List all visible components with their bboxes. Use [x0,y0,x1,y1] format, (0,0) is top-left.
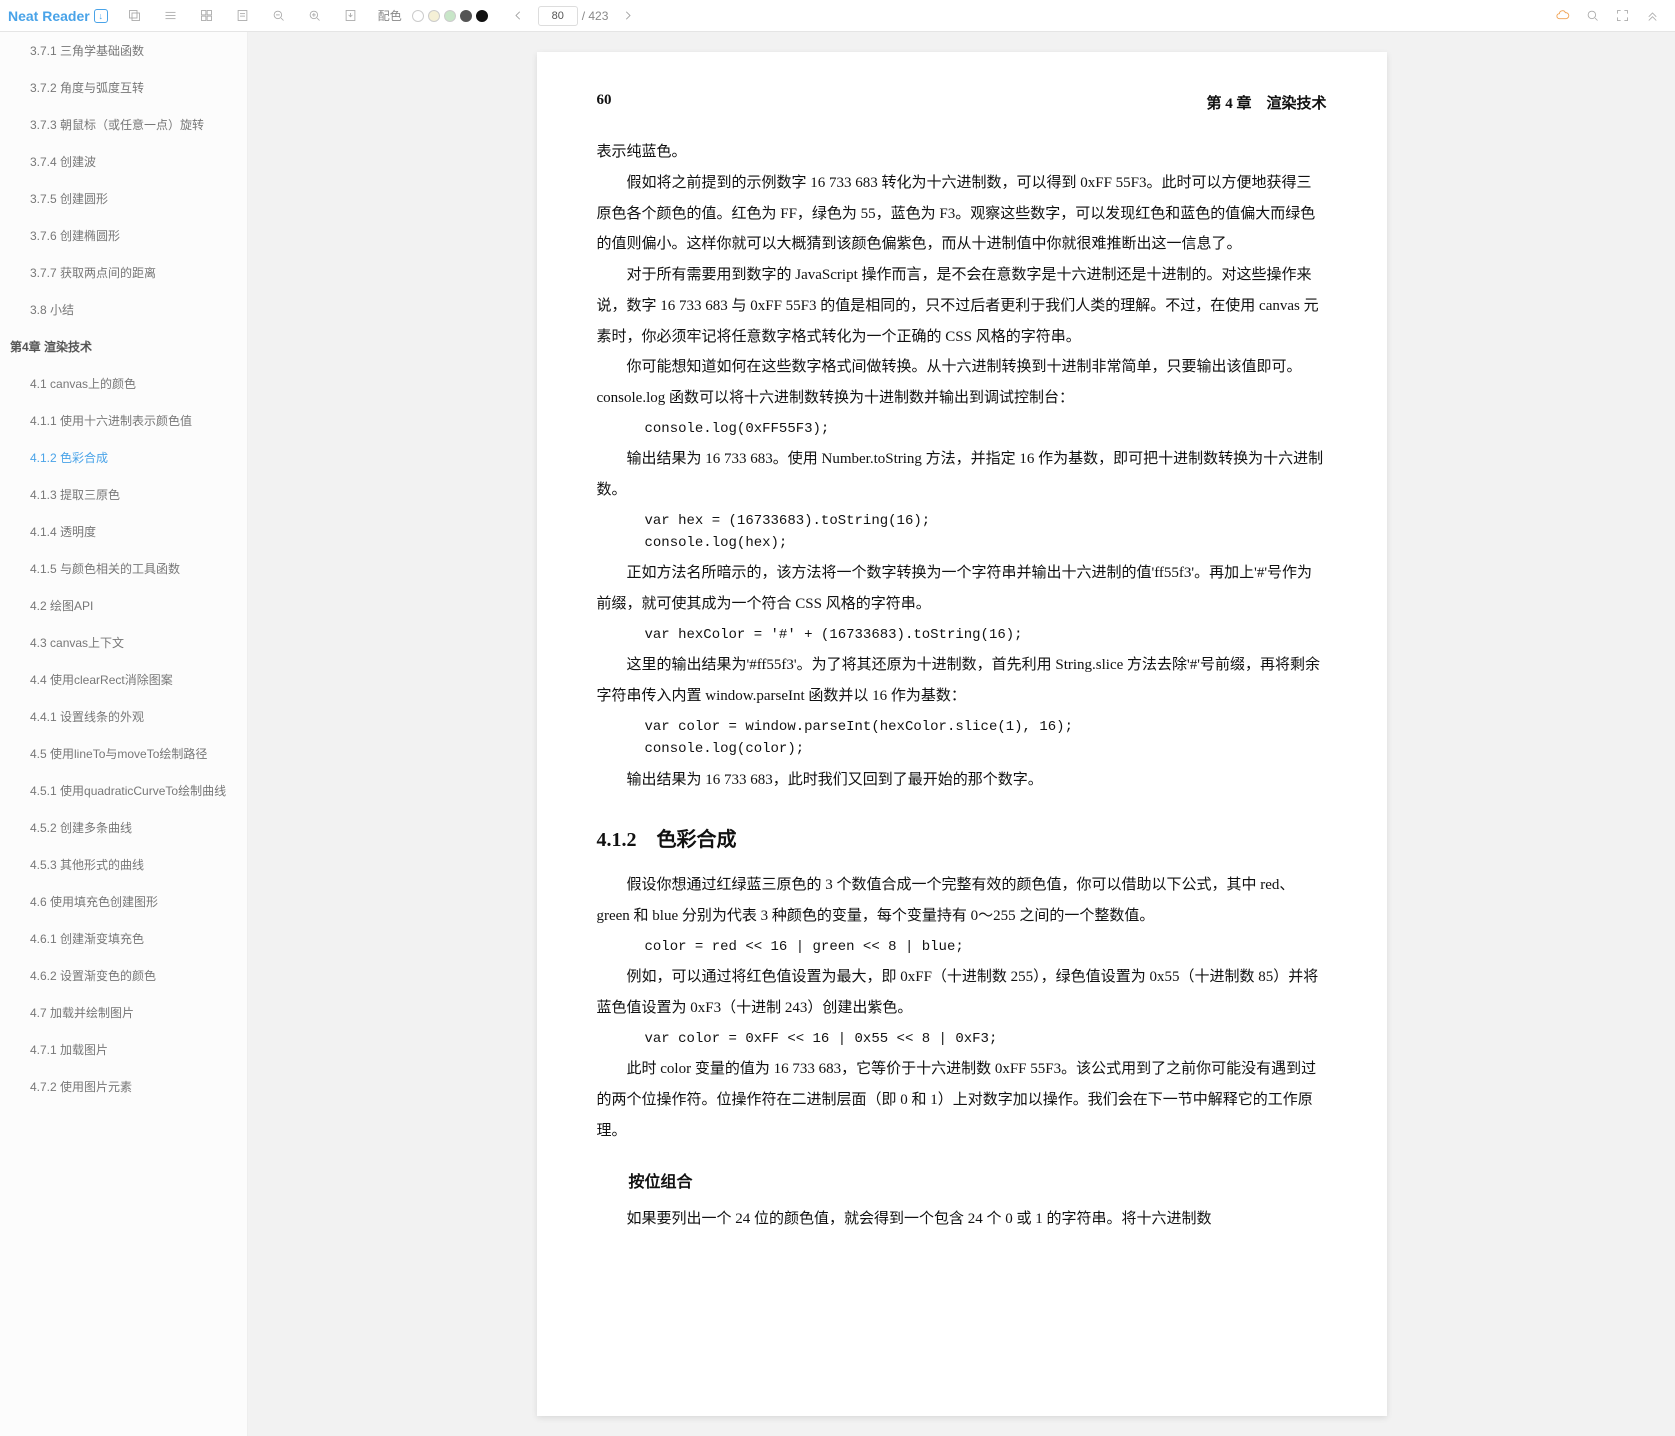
toc-item[interactable]: 3.8 小结 [0,291,247,328]
toc-item[interactable]: 4.1.5 与颜色相关的工具函数 [0,550,247,587]
toc-item[interactable]: 4.6 使用填充色创建图形 [0,883,247,920]
toc-item[interactable]: 3.7.5 创建圆形 [0,180,247,217]
theme-black[interactable] [476,10,488,22]
toc-item[interactable]: 4.1 canvas上的颜色 [0,365,247,402]
toc-item[interactable]: 3.7.3 朝鼠标（或任意一点）旋转 [0,106,247,143]
code-block: console.log(0xFF55F3); [645,418,1327,440]
toc-item[interactable]: 4.5.1 使用quadraticCurveTo绘制曲线 [0,772,247,809]
chapter-header: 第 4 章 渲染技术 [1206,92,1326,113]
download-icon: ↓ [94,9,108,23]
page-number-input[interactable] [538,6,578,26]
paragraph: 这里的输出结果为'#ff55f3'。为了将其还原为十进制数，首先利用 Strin… [597,650,1327,712]
toc-item[interactable]: 4.7.2 使用图片元素 [0,1068,247,1105]
heading: 按位组合 [597,1168,1327,1192]
toc-item[interactable]: 3.7.4 创建波 [0,143,247,180]
notes-icon[interactable] [228,1,258,31]
table-of-contents: 3.7.1 三角学基础函数3.7.2 角度与弧度互转3.7.3 朝鼠标（或任意一… [0,32,248,1436]
toc-item[interactable]: 3.7.2 角度与弧度互转 [0,69,247,106]
code-block: var color = 0xFF << 16 | 0x55 << 8 | 0xF… [645,1028,1327,1050]
paragraph: 此时 color 变量的值为 16 733 683，它等价于十六进制数 0xFF… [597,1054,1327,1146]
page-prev-button[interactable] [504,1,534,31]
toc-item[interactable]: 3.7.1 三角学基础函数 [0,32,247,69]
code-block: var color = window.parseInt(hexColor.sli… [645,716,1327,761]
toc-item[interactable]: 4.3 canvas上下文 [0,624,247,661]
toc-item[interactable]: 4.1.1 使用十六进制表示颜色值 [0,402,247,439]
paragraph: 例如，可以通过将红色值设置为最大，即 0xFF（十进制数 255），绿色值设置为… [597,962,1327,1024]
paragraph: 假设你想通过红绿蓝三原色的 3 个数值合成一个完整有效的颜色值，你可以借助以下公… [597,870,1327,932]
toc-item[interactable]: 3.7.7 获取两点间的距离 [0,254,247,291]
reader-viewport[interactable]: 60 第 4 章 渲染技术 表示纯蓝色。假如将之前提到的示例数字 16 733 … [248,32,1675,1436]
theme-white[interactable] [412,10,424,22]
page-number: 60 [597,92,612,113]
toc-item[interactable]: 4.4 使用clearRect消除图案 [0,661,247,698]
book-page: 60 第 4 章 渲染技术 表示纯蓝色。假如将之前提到的示例数字 16 733 … [537,52,1387,1416]
page-total: / 423 [582,9,609,23]
toc-item[interactable]: 4.5.2 创建多条曲线 [0,809,247,846]
palette-label: 配色 [378,7,402,24]
toc-item[interactable]: 4.6.1 创建渐变填充色 [0,920,247,957]
code-block: color = red << 16 | green << 8 | blue; [645,936,1327,958]
toc-item[interactable]: 4.6.2 设置渐变色的颜色 [0,957,247,994]
collapse-icon[interactable] [1637,1,1667,31]
copy-icon[interactable] [120,1,150,31]
theme-green[interactable] [444,10,456,22]
toc-item[interactable]: 4.7.1 加载图片 [0,1031,247,1068]
toc-item[interactable]: 4.7 加载并绘制图片 [0,994,247,1031]
page-next-button[interactable] [612,1,642,31]
heading: 4.1.2 色彩合成 [597,823,1327,852]
search-icon[interactable] [1577,1,1607,31]
toolbar: Neat Reader ↓ 配色 / 423 [0,0,1675,32]
toc-item[interactable]: 4.5 使用lineTo与moveTo绘制路径 [0,735,247,772]
zoom-out-icon[interactable] [264,1,294,31]
import-icon[interactable] [336,1,366,31]
paragraph: 输出结果为 16 733 683，此时我们又回到了最开始的那个数字。 [597,765,1327,796]
page-body: 表示纯蓝色。假如将之前提到的示例数字 16 733 683 转化为十六进制数，可… [597,137,1327,1235]
toc-item[interactable]: 4.1.3 提取三原色 [0,476,247,513]
toc-item[interactable]: 4.1.4 透明度 [0,513,247,550]
cloud-sync-icon[interactable] [1547,1,1577,31]
paragraph: 正如方法名所暗示的，该方法将一个数字转换为一个字符串并输出十六进制的值'ff55… [597,558,1327,620]
paragraph: 如果要列出一个 24 位的颜色值，就会得到一个包含 24 个 0 或 1 的字符… [597,1204,1327,1235]
toc-item[interactable]: 第4章 渲染技术 [0,328,247,365]
fullscreen-icon[interactable] [1607,1,1637,31]
paragraph: 假如将之前提到的示例数字 16 733 683 转化为十六进制数，可以得到 0x… [597,168,1327,260]
paragraph: 表示纯蓝色。 [597,137,1327,168]
toc-item[interactable]: 4.2 绘图API [0,587,247,624]
code-block: var hexColor = '#' + (16733683).toString… [645,624,1327,646]
brand-text: Neat Reader [8,8,90,24]
toc-item[interactable]: 3.7.6 创建椭圆形 [0,217,247,254]
paragraph: 你可能想知道如何在这些数字格式间做转换。从十六进制转换到十进制非常简单，只要输出… [597,352,1327,414]
toc-item[interactable]: 4.5.3 其他形式的曲线 [0,846,247,883]
paragraph: 输出结果为 16 733 683。使用 Number.toString 方法，并… [597,444,1327,506]
toc-item[interactable]: 4.4.1 设置线条的外观 [0,698,247,735]
menu-icon[interactable] [156,1,186,31]
theme-gray[interactable] [460,10,472,22]
theme-sepia[interactable] [428,10,440,22]
code-block: var hex = (16733683).toString(16); conso… [645,510,1327,555]
zoom-in-icon[interactable] [300,1,330,31]
app-brand[interactable]: Neat Reader ↓ [8,8,108,24]
grid-icon[interactable] [192,1,222,31]
paragraph: 对于所有需要用到数字的 JavaScript 操作而言，是不会在意数字是十六进制… [597,260,1327,352]
toc-item[interactable]: 4.1.2 色彩合成 [0,439,247,476]
